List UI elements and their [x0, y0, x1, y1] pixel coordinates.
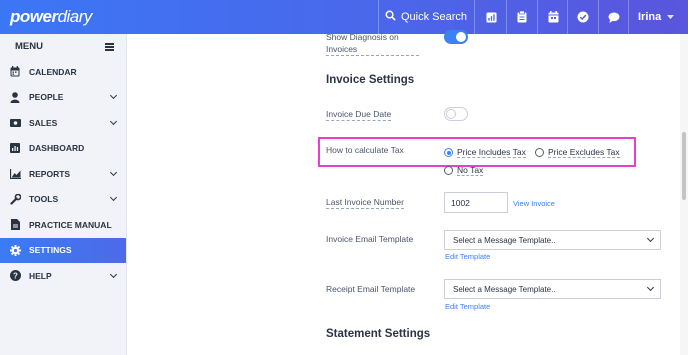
radio-no-tax[interactable]: No Tax — [444, 165, 484, 176]
sidebar-item-label: PEOPLE — [29, 92, 64, 103]
sidebar-item-label: DASHBOARD — [29, 143, 85, 154]
sidebar-menu-header: MENU — [0, 34, 126, 59]
sidebar-item-sales[interactable]: SALES — [0, 110, 126, 136]
wrench-icon — [9, 193, 21, 205]
sidebar-item-label: TOOLS — [29, 194, 59, 205]
check-circle-icon[interactable] — [568, 0, 598, 34]
sidebar-item-calendar[interactable]: CALENDAR — [0, 59, 126, 85]
sidebar-item-practice-manual[interactable]: PRACTICE MANUAL — [0, 212, 126, 238]
topbar-divider — [474, 0, 475, 34]
show-diagnosis-label: Show Diagnosis on Invoices — [326, 31, 420, 56]
invoice-email-template-label: Invoice Email Template — [326, 234, 414, 244]
document-icon — [9, 219, 21, 231]
sidebar-item-label: HELP — [29, 270, 52, 281]
radio-unselected-icon — [535, 148, 544, 157]
sidebar-item-label: REPORTS — [29, 168, 71, 179]
person-icon — [9, 91, 21, 103]
radio-label: No Tax — [457, 165, 484, 176]
chart-icon — [9, 168, 21, 180]
radio-price-excludes-tax[interactable]: Price Excludes Tax — [535, 147, 620, 158]
gear-icon — [9, 244, 21, 256]
search-icon — [385, 10, 396, 24]
chat-icon[interactable] — [599, 0, 629, 34]
money-icon — [9, 117, 21, 129]
show-diagnosis-label-line2: Invoices — [326, 43, 420, 56]
sidebar-item-label: SETTINGS — [29, 245, 72, 256]
chevron-down-icon — [646, 234, 655, 243]
radio-unselected-icon — [444, 166, 453, 175]
select-value: Select a Message Template.. — [453, 285, 556, 294]
radio-label: Price Includes Tax — [457, 147, 526, 158]
toggle-knob — [446, 109, 456, 119]
select-value: Select a Message Template.. — [453, 236, 556, 245]
sidebar-item-settings[interactable]: SETTINGS — [0, 237, 126, 263]
statement-settings-title: Statement Settings — [326, 328, 431, 340]
toggle-knob — [456, 32, 466, 42]
chevron-down-icon — [109, 270, 118, 278]
receipt-email-template-select[interactable]: Select a Message Template.. — [444, 279, 661, 299]
sidebar-item-label: SALES — [29, 117, 58, 128]
topbar-divider — [378, 0, 379, 34]
quick-search-button[interactable]: Quick Search — [380, 0, 472, 34]
invoice-due-date-toggle[interactable] — [444, 107, 468, 121]
clipboard-icon[interactable] — [507, 0, 537, 34]
sidebar-item-tools[interactable]: TOOLS — [0, 187, 126, 213]
user-name: Irina — [638, 11, 662, 23]
radio-price-includes-tax[interactable]: Price Includes Tax — [444, 147, 526, 158]
calendar-report-icon[interactable] — [476, 0, 506, 34]
dashboard-icon — [9, 142, 21, 154]
last-invoice-number-input[interactable]: 1002 — [444, 192, 508, 213]
calendar-icon[interactable] — [538, 0, 568, 34]
menu-label: MENU — [15, 41, 43, 52]
view-invoice-link[interactable]: View Invoice — [513, 199, 555, 208]
sidebar-item-dashboard[interactable]: DASHBOARD — [0, 136, 126, 162]
chevron-down-icon — [109, 92, 118, 100]
radio-selected-icon — [444, 148, 453, 157]
chevron-down-icon — [109, 117, 118, 125]
scrollbar-thumb[interactable] — [682, 132, 686, 200]
chevron-down-icon — [109, 194, 118, 202]
help-icon: ? — [9, 270, 21, 282]
radio-label: Price Excludes Tax — [548, 147, 620, 158]
app-logo[interactable]: powerdiary — [10, 7, 92, 27]
tax-calculation-label: How to calculate Tax — [326, 145, 404, 155]
user-menu[interactable]: Irina — [628, 0, 688, 34]
invoice-email-template-select[interactable]: Select a Message Template.. — [444, 230, 661, 250]
svg-text:?: ? — [13, 272, 18, 281]
sidebar-item-label: CALENDAR — [29, 66, 77, 77]
show-diagnosis-toggle[interactable] — [444, 30, 468, 44]
last-invoice-number-label: Last Invoice Number — [326, 197, 404, 209]
invoice-due-date-label: Invoice Due Date — [326, 109, 392, 121]
invoice-settings-title: Invoice Settings — [326, 74, 415, 86]
chevron-down-icon — [667, 11, 675, 23]
sidebar: MENU CALENDAR PEOPLE SALES DASHBOARD REP… — [0, 34, 127, 355]
sidebar-item-reports[interactable]: REPORTS — [0, 161, 126, 187]
top-bar: powerdiary Quick Search Irina — [0, 0, 688, 34]
receipt-email-template-label: Receipt Email Template — [326, 284, 416, 294]
sidebar-item-help[interactable]: ? HELP — [0, 263, 126, 289]
quick-search-label: Quick Search — [400, 11, 468, 23]
hamburger-icon[interactable] — [105, 42, 114, 51]
show-diagnosis-label-line1: Show Diagnosis on — [326, 32, 399, 42]
chevron-down-icon — [646, 283, 655, 292]
sidebar-item-people[interactable]: PEOPLE — [0, 85, 126, 111]
edit-receipt-template-link[interactable]: Edit Template — [445, 302, 490, 311]
calendar-icon — [9, 66, 21, 78]
edit-invoice-template-link[interactable]: Edit Template — [445, 252, 490, 261]
sidebar-item-label: PRACTICE MANUAL — [29, 219, 112, 230]
chevron-down-icon — [109, 168, 118, 176]
